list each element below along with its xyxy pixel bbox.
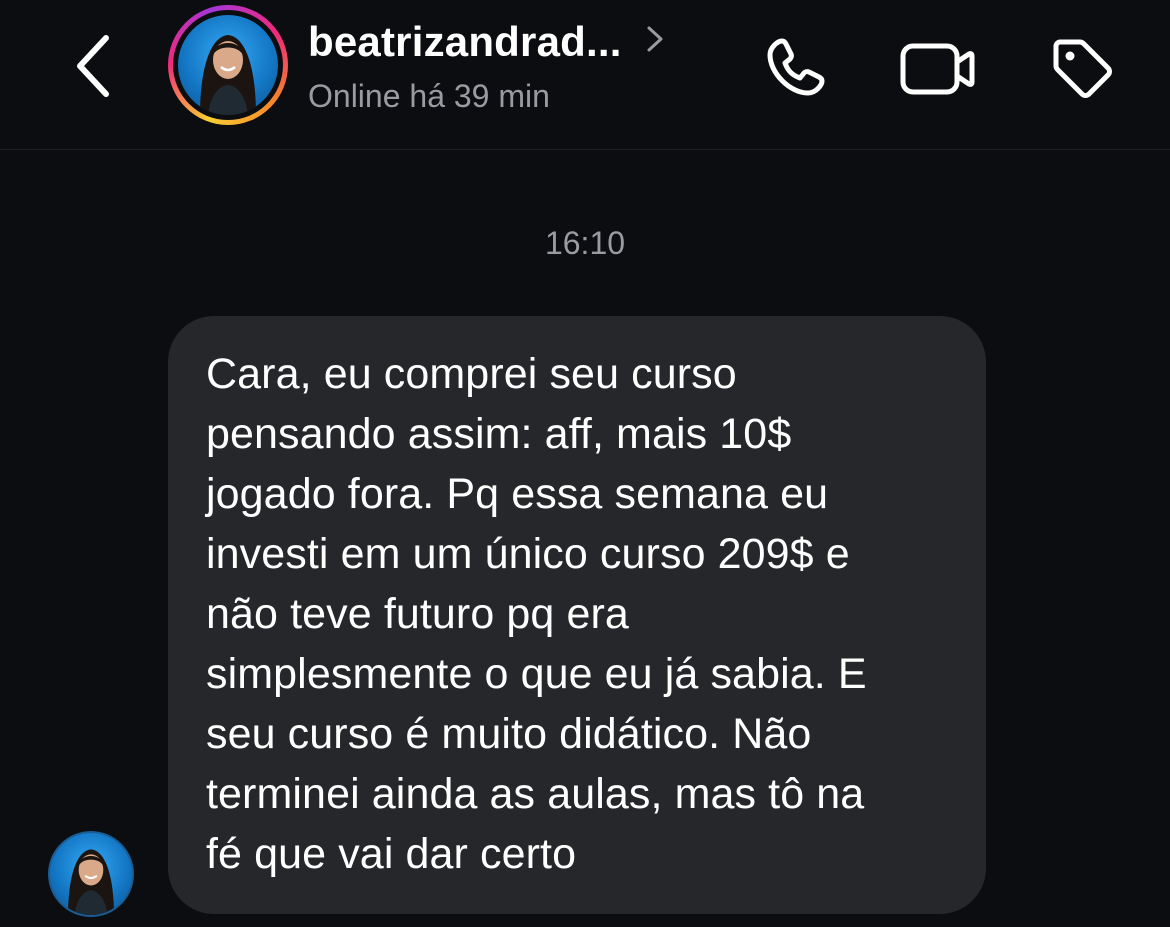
avatar — [178, 15, 278, 115]
chevron-left-icon — [77, 35, 109, 97]
online-status: Online há 39 min — [308, 78, 550, 114]
username: beatrizandrad... — [308, 18, 622, 65]
video-camera-icon — [900, 43, 975, 95]
profile-avatar-story-ring[interactable] — [168, 5, 288, 125]
tag-icon — [1053, 39, 1112, 98]
audio-call-button[interactable] — [755, 28, 835, 108]
chat-header: beatrizandrad... Online há 39 min — [0, 0, 1170, 150]
chevron-right-icon — [647, 26, 663, 52]
message-text: Cara, eu comprei seu curso pensando assi… — [206, 350, 867, 878]
phone-icon — [767, 38, 825, 96]
message-timestamp: 16:10 — [544, 225, 626, 261]
profile-photo-icon — [200, 35, 256, 115]
back-button[interactable] — [62, 30, 126, 102]
tag-button[interactable] — [1042, 28, 1122, 108]
username-link[interactable]: beatrizandrad... — [308, 18, 666, 66]
profile-photo-icon — [68, 849, 114, 915]
avatar — [50, 833, 132, 915]
sender-avatar[interactable] — [48, 831, 134, 917]
video-call-button[interactable] — [897, 28, 977, 108]
message-bubble[interactable]: Cara, eu comprei seu curso pensando assi… — [168, 316, 986, 914]
